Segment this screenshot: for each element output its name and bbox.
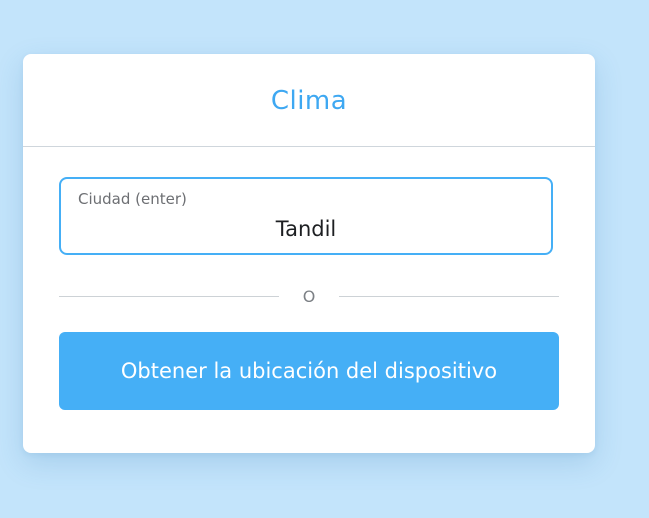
city-field[interactable]: Ciudad (enter) [59,177,553,255]
divider-text: O [302,286,316,306]
city-input[interactable] [71,213,541,245]
get-location-button[interactable]: Obtener la ubicación del dispositivo [59,332,559,410]
city-field-label: Ciudad (enter) [78,190,187,208]
card-header: Clima [23,54,595,147]
or-divider: O [59,285,559,307]
divider-line-right [339,295,559,297]
divider-line-left [59,295,279,297]
card-title: Clima [270,86,348,116]
weather-card: Clima Ciudad (enter) O Obtener la ubicac… [23,54,595,453]
